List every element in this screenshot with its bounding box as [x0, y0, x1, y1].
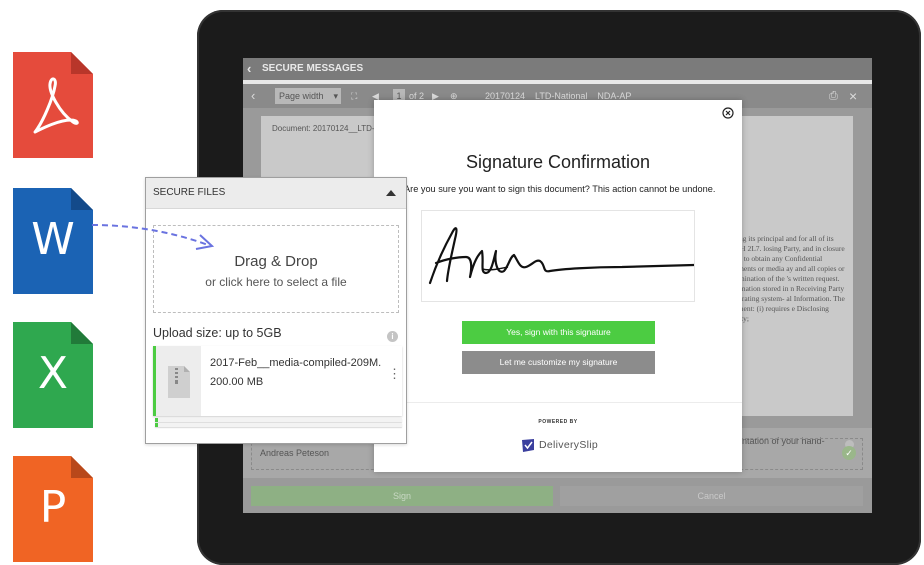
- dropdown-caret-icon: ▾: [333, 91, 338, 101]
- more-options-icon[interactable]: ⋮: [388, 367, 401, 380]
- modal-divider: [374, 402, 742, 403]
- check-icon: ✓: [842, 446, 856, 460]
- secure-files-header[interactable]: SECURE FILES: [146, 178, 406, 209]
- file-name: 2017-Feb__media-compiled-209M.: [210, 357, 382, 369]
- page-width-select[interactable]: Page width ▾: [275, 88, 341, 104]
- document-name: Document: 20170124__LTD-N: [272, 124, 381, 133]
- fullscreen-icon[interactable]: ⛶: [351, 84, 357, 108]
- file-list-item-stacked: [155, 423, 402, 427]
- deliveryslip-logo-icon: [522, 439, 534, 452]
- drag-arrow-icon: [91, 224, 215, 250]
- customize-signature-button[interactable]: Let me customize my signature: [462, 351, 655, 374]
- cancel-button[interactable]: Cancel: [560, 486, 863, 506]
- excel-file-icon: X: [13, 322, 93, 428]
- brand-name: DeliverySlip: [539, 439, 599, 451]
- word-file-letter: W: [31, 214, 75, 265]
- file-size: 200.00 MB: [210, 376, 264, 388]
- zip-file-icon: [168, 366, 190, 398]
- pdf-file-icon: [13, 52, 93, 158]
- info-icon[interactable]: i: [387, 331, 398, 342]
- signer-name: Andreas Peteson: [260, 448, 330, 458]
- print-icon[interactable]: ⎙: [829, 84, 838, 108]
- excel-file-letter: X: [37, 348, 69, 399]
- powered-by-label: POWERED BY: [538, 419, 578, 425]
- file-thumbnail: [156, 346, 201, 416]
- drop-subtitle: or click here to select a file: [205, 275, 347, 289]
- signature-preview: [421, 210, 696, 302]
- powerpoint-file-letter: P: [39, 482, 67, 533]
- word-file-icon: W: [13, 188, 93, 294]
- handwritten-signature: [428, 227, 696, 285]
- collapse-caret-icon[interactable]: [386, 190, 396, 196]
- file-list-item[interactable]: 2017-Feb__media-compiled-209M. 200.00 MB…: [153, 346, 402, 416]
- secure-files-title: SECURE FILES: [153, 187, 226, 198]
- document-body-text: iving its principal and for all of its V…: [731, 234, 845, 323]
- confirm-sign-button[interactable]: Yes, sign with this signature: [462, 321, 655, 344]
- prev-arrow-icon[interactable]: ‹: [251, 84, 255, 108]
- back-arrow-icon[interactable]: ‹: [247, 58, 251, 80]
- close-circle-icon[interactable]: [722, 107, 734, 119]
- page-width-label: Page width: [279, 91, 324, 101]
- drop-title: Drag & Drop: [234, 253, 318, 270]
- header-title: SECURE MESSAGES: [262, 63, 364, 74]
- upload-size-label: Upload size: up to 5GB: [153, 326, 282, 340]
- sign-button[interactable]: Sign: [251, 486, 553, 506]
- secure-messages-header: ‹ SECURE MESSAGES: [243, 58, 872, 80]
- file-list-item-stacked: [155, 418, 402, 422]
- modal-question: Are you sure you want to sign this docum…: [404, 184, 716, 194]
- close-icon[interactable]: ×: [849, 84, 857, 108]
- signature-confirmation-modal: Signature Confirmation Are you sure you …: [374, 100, 742, 472]
- modal-title: Signature Confirmation: [465, 152, 651, 172]
- powerpoint-file-icon: P: [13, 456, 93, 562]
